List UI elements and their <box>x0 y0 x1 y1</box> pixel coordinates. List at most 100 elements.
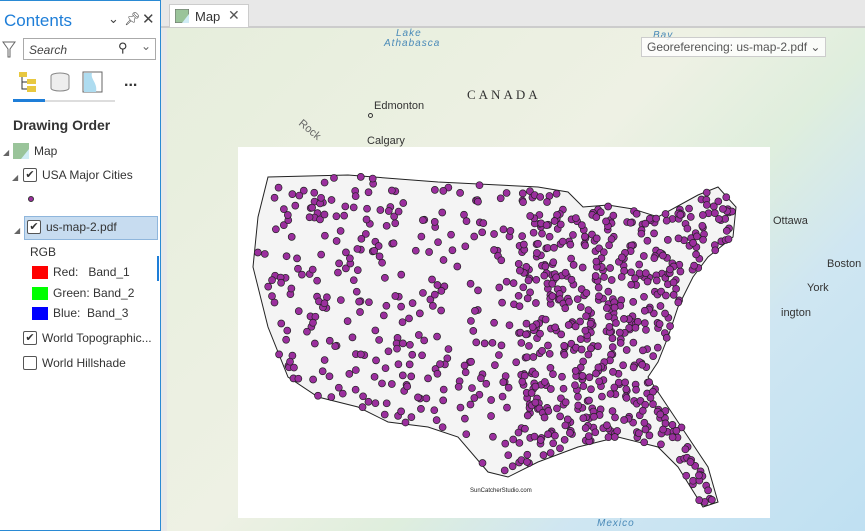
more-options-icon[interactable]: ... <box>124 73 137 91</box>
city-point <box>512 358 521 367</box>
city-point <box>353 245 362 253</box>
georeferencing-dropdown[interactable]: Georeferencing: us-map-2.pdf ⌄ <box>641 37 827 57</box>
city-point <box>370 372 379 381</box>
topo-checkbox[interactable]: ✔ <box>23 331 37 345</box>
layer-usa-major-cities[interactable]: USA Major Cities <box>42 168 133 182</box>
city-point <box>379 311 388 320</box>
city-point <box>540 271 549 280</box>
search-input[interactable]: Search <box>23 38 156 60</box>
filter-icon[interactable] <box>2 41 16 58</box>
city-point <box>592 234 601 243</box>
hillshade-checkbox[interactable] <box>23 356 37 370</box>
city-point <box>487 412 495 420</box>
credit-text: SunCatcherStudio.com <box>470 488 532 494</box>
search-icon[interactable]: ⚲ <box>118 40 128 56</box>
city-point <box>662 216 671 225</box>
city-point <box>352 366 360 374</box>
city-point <box>371 399 380 408</box>
city-point <box>531 398 540 407</box>
pdf-checkbox[interactable]: ✔ <box>27 220 41 234</box>
city-point <box>314 391 322 400</box>
city-point <box>407 372 416 381</box>
city-point <box>466 400 475 409</box>
city-point <box>461 242 470 251</box>
city-point <box>641 269 650 278</box>
tab-map[interactable]: Map ✕ <box>169 4 249 27</box>
city-point <box>550 243 558 252</box>
city-point <box>548 279 557 288</box>
city-point <box>604 433 613 442</box>
close-icon[interactable]: ✕ <box>142 10 155 28</box>
city-point <box>303 327 311 336</box>
layer-map[interactable]: Map <box>34 144 57 158</box>
city-point <box>604 287 613 296</box>
city-point <box>676 210 685 219</box>
city-point <box>556 220 565 229</box>
city-point <box>566 240 575 249</box>
collapse-triangle-icon[interactable]: ◢ <box>3 148 9 157</box>
city-point <box>544 407 553 415</box>
layer-world-topographic[interactable]: World Topographic... <box>42 331 152 345</box>
city-point <box>330 174 338 182</box>
city-point <box>517 339 526 347</box>
city-point <box>394 360 403 369</box>
city-point <box>436 360 444 368</box>
city-point <box>318 367 327 376</box>
map-icon <box>175 9 189 23</box>
city-point <box>542 221 551 230</box>
city-point <box>531 370 540 379</box>
city-point <box>380 410 389 419</box>
city-point <box>608 334 617 343</box>
city-point <box>495 351 503 359</box>
search-dropdown-icon[interactable]: ⌄ <box>141 39 151 53</box>
list-by-drawing-order-icon[interactable] <box>16 71 38 93</box>
list-by-data-source-icon[interactable] <box>49 71 71 93</box>
city-point <box>310 188 319 197</box>
city-point <box>490 318 498 327</box>
scrollbar[interactable] <box>157 256 159 281</box>
city-point <box>544 430 552 439</box>
city-point <box>640 292 648 301</box>
city-point <box>610 433 619 441</box>
list-by-type-icon[interactable] <box>82 71 104 93</box>
city-point <box>638 360 647 369</box>
city-point <box>331 342 339 351</box>
city-point <box>629 363 638 372</box>
chevron-down-icon[interactable]: ⌄ <box>108 11 119 27</box>
city-point <box>414 331 423 339</box>
cities-checkbox[interactable]: ✔ <box>23 168 37 182</box>
city-point <box>683 224 692 233</box>
city-point <box>640 418 649 427</box>
city-point <box>698 211 707 219</box>
city-point <box>695 496 704 505</box>
city-point <box>545 232 554 241</box>
city-point <box>272 225 280 234</box>
city-point <box>561 398 570 407</box>
city-point <box>505 321 514 330</box>
city-point <box>538 229 546 238</box>
city-point <box>541 315 550 324</box>
collapse-triangle-icon[interactable]: ◢ <box>12 173 18 182</box>
city-point <box>640 438 648 447</box>
city-point <box>356 173 365 181</box>
pin-icon[interactable]: 📌︎ <box>124 11 141 27</box>
city-point <box>573 295 582 304</box>
city-point <box>668 433 677 442</box>
collapse-triangle-icon[interactable]: ◢ <box>14 226 20 235</box>
map-view[interactable]: Lake Athabasca Bay CANADA Edmonton Calga… <box>167 28 865 531</box>
layer-world-hillshade[interactable]: World Hillshade <box>42 356 126 370</box>
city-point <box>662 333 671 342</box>
city-point <box>672 426 681 435</box>
city-point <box>523 411 532 420</box>
city-point <box>571 366 580 375</box>
city-point <box>693 232 701 241</box>
close-tab-icon[interactable]: ✕ <box>228 7 240 24</box>
city-point <box>325 372 334 381</box>
city-point <box>466 279 475 288</box>
city-point <box>652 276 661 285</box>
city-point <box>549 370 557 378</box>
layer-us-map-pdf[interactable]: us-map-2.pdf <box>46 220 117 234</box>
city-point <box>619 361 627 370</box>
city-point <box>439 396 448 405</box>
city-point <box>526 212 535 220</box>
